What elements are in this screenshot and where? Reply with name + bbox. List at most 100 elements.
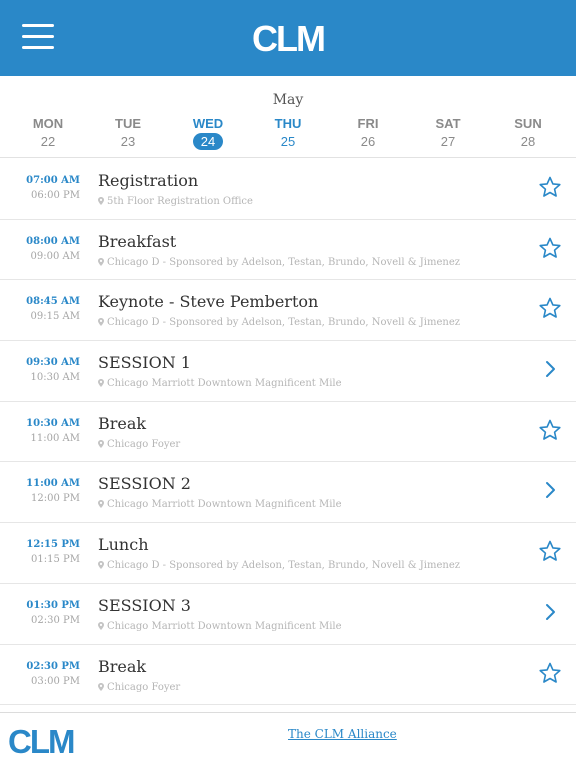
session-title: Keynote - Steve Pemberton	[98, 292, 319, 312]
end-time: 09:00 AM	[30, 250, 80, 262]
location-pin-icon	[98, 379, 104, 388]
session-title: Lunch	[98, 535, 149, 555]
end-time: 12:00 PM	[31, 493, 80, 505]
location-text: Chicago D - Sponsored by Adelson, Testan…	[107, 560, 461, 572]
end-time: 02:30 PM	[31, 614, 80, 626]
session-row[interactable]: 10:30 AM 11:00 AM Break Chicago Foyer	[0, 402, 576, 463]
start-time: 10:30 AM	[26, 417, 80, 429]
day-tue[interactable]: TUE 23	[88, 116, 168, 150]
start-time: 02:30 PM	[26, 660, 80, 672]
session-location: 5th Floor Registration Office	[98, 196, 253, 207]
end-time: 03:00 PM	[31, 675, 80, 687]
location-text: Chicago Marriott Downtown Magnificent Mi…	[107, 378, 342, 390]
session-title: Break	[98, 656, 147, 676]
favorite-star-icon[interactable]	[538, 296, 564, 322]
session-location: Chicago Marriott Downtown Magnificent Mi…	[98, 499, 342, 510]
session-times: 08:00 AM 09:00 AM	[0, 235, 80, 265]
brand-logo: CLM	[252, 18, 326, 59]
day-of-week-label: MON	[32, 116, 64, 131]
session-location: Chicago D - Sponsored by Adelson, Testan…	[98, 317, 460, 328]
session-row[interactable]: 12:15 PM 01:15 PM Lunch Chicago D - Sponsor…	[0, 523, 576, 584]
session-row[interactable]: 08:45 AM 09:15 AM Keynote - Steve Pemberto…	[0, 280, 576, 342]
end-time: 06:00 PM	[31, 190, 80, 201]
start-time: 07:00 AM	[26, 175, 80, 186]
session-row[interactable]: 07:00 AM 06:00 PM Registration 5th Floor Re…	[0, 159, 576, 220]
session-location: Chicago Foyer	[98, 682, 180, 693]
location-text: 5th Floor Registration Office	[107, 196, 253, 207]
session-row[interactable]: 11:00 AM 12:00 PM SESSION 2 Chicago Marriot…	[0, 462, 576, 524]
location-pin-icon	[98, 439, 104, 448]
session-times: 09:30 AM 10:30 AM	[0, 356, 80, 386]
favorite-star-icon[interactable]	[538, 539, 564, 565]
day-mon[interactable]: MON 22	[8, 116, 88, 150]
session-times: 02:30 PM 03:00 PM	[0, 660, 80, 690]
location-text: Chicago Foyer	[107, 681, 181, 693]
day-sun[interactable]: SUN 28	[488, 116, 568, 150]
day-of-week-label: THU	[274, 116, 302, 131]
chevron-right-icon[interactable]	[538, 478, 564, 504]
start-time: 09:30 AM	[26, 357, 80, 369]
start-time: 11:00 AM	[26, 478, 80, 490]
day-strip: MON 22 TUE 23 WED 24 THU 25 FRI 26 SAT 27 SUN 28	[0, 116, 576, 150]
end-time: 09:15 AM	[30, 311, 80, 323]
chevron-right-icon[interactable]	[538, 600, 564, 626]
month-label: May	[272, 92, 304, 108]
day-of-week-label: SUN	[514, 116, 542, 131]
session-title: SESSION 2	[98, 474, 191, 494]
day-of-week-label: FRI	[357, 116, 379, 131]
session-title: SESSION 1	[98, 353, 191, 373]
location-pin-icon	[98, 318, 104, 327]
app-header: CLM	[0, 0, 576, 76]
location-text: Chicago D - Sponsored by Adelson, Testan…	[107, 317, 461, 329]
day-of-week-label: WED	[192, 116, 224, 131]
session-location: Chicago D - Sponsored by Adelson, Testan…	[98, 257, 460, 268]
session-times: 07:00 AM 06:00 PM	[0, 174, 80, 204]
session-times: 08:45 AM 09:15 AM	[0, 295, 80, 325]
session-title: Breakfast	[98, 231, 177, 251]
footer: CLM The CLM Alliance	[0, 712, 576, 768]
day-fri[interactable]: FRI 26	[328, 116, 408, 150]
end-time: 11:00 AM	[30, 432, 80, 444]
session-row[interactable]: 01:30 PM 02:30 PM SESSION 3 Chicago Marriot…	[0, 584, 576, 645]
day-wed[interactable]: WED 24	[168, 116, 248, 150]
session-times: 12:15 PM 01:15 PM	[0, 538, 80, 568]
session-title: SESSION 3	[98, 595, 191, 615]
favorite-star-icon[interactable]	[538, 236, 564, 262]
favorite-star-icon[interactable]	[538, 418, 564, 444]
session-title: Registration	[98, 171, 199, 190]
day-number: 25	[280, 134, 296, 149]
start-time: 08:00 AM	[26, 235, 80, 247]
location-text: Chicago Foyer	[107, 438, 181, 450]
day-thu[interactable]: THU 25	[248, 116, 328, 150]
session-location: Chicago Marriott Downtown Magnificent Mi…	[98, 621, 342, 632]
session-title: Break	[98, 413, 147, 433]
location-pin-icon	[98, 682, 104, 691]
day-sat[interactable]: SAT 27	[408, 116, 488, 150]
location-text: Chicago D - Sponsored by Adelson, Testan…	[107, 256, 461, 268]
location-pin-icon	[98, 257, 104, 266]
start-time: 01:30 PM	[26, 599, 80, 611]
location-text: Chicago Marriott Downtown Magnificent Mi…	[107, 620, 342, 632]
session-times: 10:30 AM 11:00 AM	[0, 417, 80, 447]
session-location: Chicago Foyer	[98, 439, 180, 450]
session-location: Chicago Marriott Downtown Magnificent Mi…	[98, 378, 342, 389]
day-number: 28	[520, 134, 536, 149]
location-pin-icon	[98, 197, 104, 205]
day-of-week-label: TUE	[115, 116, 141, 131]
chevron-right-icon[interactable]	[538, 357, 564, 383]
favorite-star-icon[interactable]	[538, 175, 564, 201]
day-of-week-label: SAT	[435, 116, 461, 131]
location-pin-icon	[98, 621, 104, 630]
location-pin-icon	[98, 500, 104, 509]
footer-logo: CLM	[8, 723, 75, 760]
day-number: 24	[193, 133, 223, 150]
session-row[interactable]: 08:00 AM 09:00 AM Breakfast Chicago D - Spo…	[0, 220, 576, 281]
session-times: 01:30 PM 02:30 PM	[0, 599, 80, 629]
clm-alliance-link[interactable]: The CLM Alliance	[288, 727, 397, 741]
session-times: 11:00 AM 12:00 PM	[0, 477, 80, 507]
day-number: 22	[40, 134, 56, 149]
start-time: 08:45 AM	[26, 296, 80, 308]
session-row[interactable]: 02:30 PM 03:00 PM Break Chicago Foyer	[0, 645, 576, 706]
favorite-star-icon[interactable]	[538, 661, 564, 687]
session-row[interactable]: 09:30 AM 10:30 AM SESSION 1 Chicago Marriot…	[0, 341, 576, 402]
